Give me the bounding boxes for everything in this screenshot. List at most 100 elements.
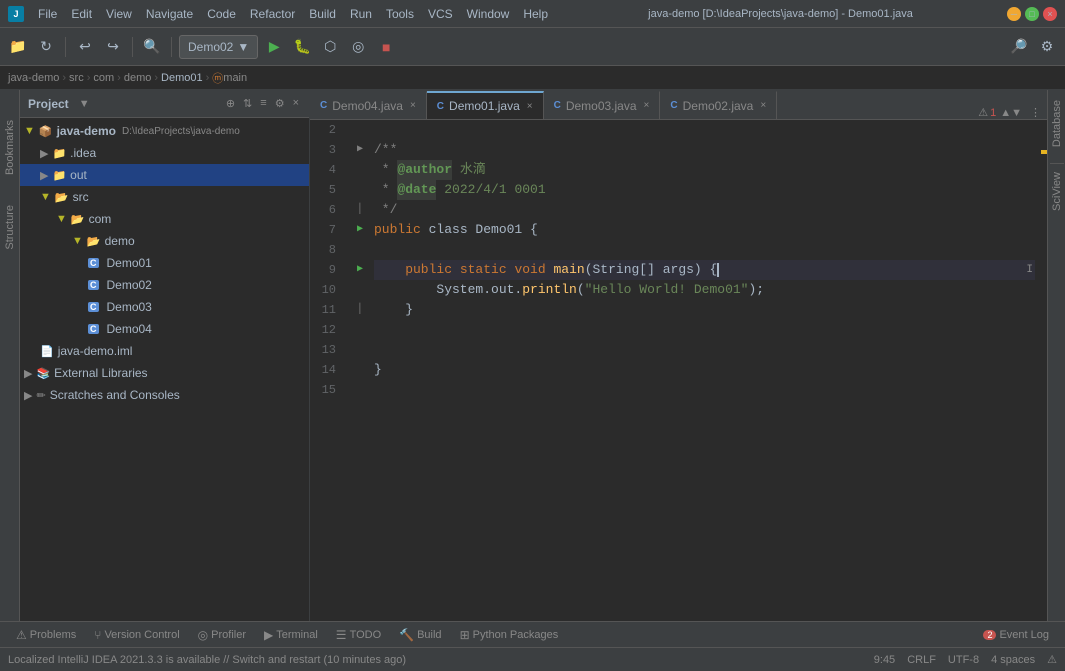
tree-item-extlib[interactable]: ▶ 📚 External Libraries <box>20 362 309 384</box>
debug-button[interactable]: 🐛 <box>290 35 314 59</box>
panel-dropdown-arrow[interactable]: ▼ <box>79 98 90 110</box>
tree-item-root[interactable]: ▼ 📦 java-demo D:\IdeaProjects\java-demo <box>20 120 309 142</box>
status-line-ending[interactable]: CRLF <box>907 654 936 666</box>
tree-item-demo01[interactable]: C Demo01 <box>20 252 309 274</box>
tab-close-demo03[interactable]: × <box>644 100 650 111</box>
tree-item-com[interactable]: ▼ 📂 com <box>20 208 309 230</box>
terminal-tab[interactable]: ▶ Terminal <box>256 626 326 644</box>
menu-file[interactable]: File <box>32 5 63 23</box>
breadcrumb-java-demo[interactable]: java-demo <box>8 72 59 84</box>
sciview-vtab[interactable]: SciView <box>1049 166 1065 217</box>
gutter-6[interactable]: │ <box>350 200 370 220</box>
todo-tab[interactable]: ☰ TODO <box>328 626 389 644</box>
tab-demo04[interactable]: C Demo04.java × <box>310 91 427 119</box>
tree-item-src[interactable]: ▼ 📂 src <box>20 186 309 208</box>
java-icon-demo02: C <box>88 280 99 290</box>
python-packages-tab[interactable]: ⊞ Python Packages <box>452 626 567 644</box>
menu-edit[interactable]: Edit <box>65 5 98 23</box>
stop-button[interactable]: ■ <box>374 35 398 59</box>
structure-vtab[interactable]: Structure <box>4 205 16 250</box>
python-packages-icon: ⊞ <box>460 628 470 642</box>
status-encoding[interactable]: UTF-8 <box>948 654 979 666</box>
menu-navigate[interactable]: Navigate <box>140 5 199 23</box>
bookmarks-vtab[interactable]: Bookmarks <box>4 120 16 175</box>
todo-label: TODO <box>350 629 382 641</box>
tree-item-scratch[interactable]: ▶ ✏ Scratches and Consoles <box>20 384 309 406</box>
tab-close-demo01[interactable]: × <box>527 101 533 112</box>
panel-expand-btn[interactable]: ⇅ <box>241 95 254 112</box>
menu-help[interactable]: Help <box>517 5 554 23</box>
code-content[interactable]: /** * @author 水滴 * @date 2022/4/1 0001 *… <box>370 120 1035 621</box>
breadcrumb-src[interactable]: src <box>69 72 84 84</box>
panel-settings-btn[interactable]: ⚙ <box>273 95 287 112</box>
breadcrumb-demo[interactable]: demo <box>124 72 152 84</box>
breadcrumb-demo01[interactable]: Demo01 <box>161 72 203 84</box>
gutter-11[interactable]: │ <box>350 300 370 320</box>
error-count-badge[interactable]: ⚠ <box>978 106 988 119</box>
maximize-button[interactable]: □ <box>1025 7 1039 21</box>
toolbar-search-btn[interactable]: 🔍 <box>140 35 164 59</box>
menu-vcs[interactable]: VCS <box>422 5 459 23</box>
status-indent[interactable]: 4 spaces <box>991 654 1035 666</box>
search-everywhere-btn[interactable]: 🔎 <box>1007 35 1031 59</box>
menu-refactor[interactable]: Refactor <box>244 5 301 23</box>
menu-window[interactable]: Window <box>461 5 516 23</box>
java-tab-icon-demo03: C <box>554 100 561 111</box>
gutter-7[interactable]: ▶ <box>350 220 370 240</box>
menu-run[interactable]: Run <box>344 5 378 23</box>
breadcrumb-com[interactable]: com <box>93 72 114 84</box>
database-vtab[interactable]: Database <box>1049 94 1065 153</box>
toolbar-right: 🔎 ⚙ <box>1007 35 1059 59</box>
toolbar-project-btn[interactable]: 📁 <box>6 35 30 59</box>
tree-item-idea[interactable]: ▶ 📁 .idea <box>20 142 309 164</box>
tree-item-demo02[interactable]: C Demo02 <box>20 274 309 296</box>
menu-tools[interactable]: Tools <box>380 5 420 23</box>
panel-header-icons: ⊕ ⇅ ≡ ⚙ × <box>224 95 301 112</box>
gutter-3[interactable]: ▶ <box>350 140 370 160</box>
problems-label: Problems <box>30 629 76 641</box>
settings-btn[interactable]: ⚙ <box>1035 35 1059 59</box>
panel-close-btn[interactable]: × <box>291 95 301 112</box>
tree-item-demo04[interactable]: C Demo04 <box>20 318 309 340</box>
event-log-tab[interactable]: 2 Event Log <box>975 627 1057 643</box>
breadcrumb-main-label[interactable]: main <box>223 72 247 84</box>
error-nav-up[interactable]: ▲ <box>1000 107 1011 119</box>
toolbar-undo-btn[interactable]: ↩ <box>73 35 97 59</box>
menu-build[interactable]: Build <box>303 5 342 23</box>
line-num-10: 10 <box>310 280 342 300</box>
tab-demo01[interactable]: C Demo01.java × <box>427 91 544 119</box>
close-button[interactable]: × <box>1043 7 1057 21</box>
run-button[interactable]: ▶ <box>262 35 286 59</box>
gutter-9[interactable]: ▶ <box>350 260 370 280</box>
panel-locate-btn[interactable]: ⊕ <box>224 95 237 112</box>
tree-item-demo[interactable]: ▼ 📂 demo <box>20 230 309 252</box>
tree-item-demo03[interactable]: C Demo03 <box>20 296 309 318</box>
minimize-button[interactable]: ─ <box>1007 7 1021 21</box>
tree-item-iml[interactable]: 📄 java-demo.iml <box>20 340 309 362</box>
profile-button[interactable]: ◎ <box>346 35 370 59</box>
menu-code[interactable]: Code <box>201 5 242 23</box>
tab-demo03[interactable]: C Demo03.java × <box>544 91 661 119</box>
menu-view[interactable]: View <box>100 5 138 23</box>
breadcrumb-main[interactable]: ⓜ <box>212 70 223 86</box>
tab-close-demo02[interactable]: × <box>760 100 766 111</box>
version-control-tab[interactable]: ⑂ Version Control <box>86 626 187 644</box>
profiler-tab[interactable]: ◎ Profiler <box>190 626 254 644</box>
status-warning-icon[interactable]: ⚠ <box>1047 653 1057 666</box>
problems-tab[interactable]: ⚠ Problems <box>8 626 84 644</box>
toolbar-redo-btn[interactable]: ↪ <box>101 35 125 59</box>
tab-more-btn[interactable]: ⋮ <box>1030 106 1041 119</box>
code-editor[interactable]: 2 3 4 5 6 7 8 9 10 11 12 13 14 15 ▶ <box>310 120 1047 621</box>
coverage-button[interactable]: ⬡ <box>318 35 342 59</box>
tree-item-out[interactable]: ▶ 📁 out <box>20 164 309 186</box>
tab-close-demo04[interactable]: × <box>410 100 416 111</box>
folder-open-icon-src: ▼ <box>40 191 51 203</box>
run-config-dropdown[interactable]: Demo02 ▼ <box>179 35 258 59</box>
toolbar-sync-btn[interactable]: ↻ <box>34 35 58 59</box>
panel-collapse-btn[interactable]: ≡ <box>258 95 268 112</box>
gutter: ▶ │ ▶ ▶ │ <box>350 120 370 621</box>
tab-demo02[interactable]: C Demo02.java × <box>660 91 777 119</box>
build-tab[interactable]: 🔨 Build <box>391 626 449 644</box>
error-nav-down[interactable]: ▼ <box>1011 107 1022 119</box>
title-bar-left: J File Edit View Navigate Code Refactor … <box>8 5 554 23</box>
